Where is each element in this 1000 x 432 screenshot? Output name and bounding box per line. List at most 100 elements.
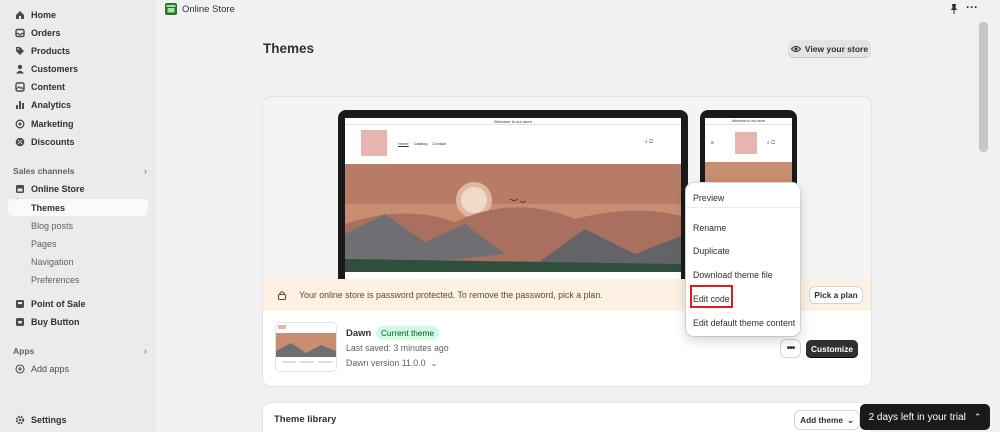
- online-store-icon: [165, 3, 177, 15]
- discount-icon: [15, 137, 25, 147]
- sidebar-item-point-of-sale[interactable]: Point of Sale: [8, 295, 148, 312]
- sidebar-item-label: Online Store: [31, 183, 85, 194]
- menu-item-edit-default-theme-content[interactable]: Edit default theme content: [693, 318, 795, 328]
- pin-icon[interactable]: [948, 3, 960, 15]
- last-saved-text: Last saved: 3 minutes ago: [346, 343, 449, 353]
- sidebar-subitem-label: Themes: [31, 202, 66, 213]
- preview-nav-contact: Contact: [432, 141, 447, 146]
- edit-code-highlight-box: [690, 285, 733, 308]
- sidebar-item-orders[interactable]: Orders: [8, 24, 148, 41]
- eye-icon: [790, 46, 801, 52]
- announcement-bar: Welcome to our store: [345, 118, 681, 125]
- person-icon: [15, 64, 25, 74]
- menu-item-preview[interactable]: Preview: [693, 193, 724, 203]
- sidebar-item-label: Home: [31, 9, 57, 20]
- bar-chart-icon: [15, 100, 25, 110]
- sidebar-item-content[interactable]: Content: [8, 78, 148, 95]
- chevron-down-icon: ⌄: [430, 358, 438, 368]
- apps-label: Apps: [13, 346, 35, 356]
- chevron-right-icon: ›: [144, 346, 147, 356]
- sidebar-subitem-label: Preferences: [31, 274, 80, 285]
- sidebar-subitem-pages[interactable]: Pages: [8, 235, 148, 252]
- sidebar-subitem-label: Blog posts: [31, 220, 74, 231]
- buy-button-icon: [15, 317, 25, 327]
- customize-button[interactable]: Customize: [806, 340, 858, 358]
- sidebar-subitem-blog-posts[interactable]: Blog posts: [8, 217, 148, 234]
- theme-library-card: Theme library Add theme ⌄: [263, 403, 871, 432]
- pos-icon: [15, 299, 25, 309]
- sidebar-item-analytics[interactable]: Analytics: [8, 96, 148, 113]
- mobile-announcement-bar: Welcome to our store: [705, 118, 792, 125]
- preview-search-cart-icons: ⌕ ▢: [645, 139, 653, 145]
- top-bar-title: Online Store: [182, 4, 235, 15]
- more-options-icon[interactable]: ···: [966, 1, 980, 16]
- theme-thumbnail-image: [276, 323, 336, 371]
- sidebar-item-online-store[interactable]: Online Store: [8, 180, 148, 197]
- sidebar-subitem-navigation[interactable]: Navigation: [8, 253, 148, 270]
- gear-icon: [15, 415, 25, 425]
- preview-nav: Home Catalog Contact: [398, 141, 446, 146]
- sidebar-item-settings[interactable]: Settings: [8, 411, 148, 428]
- trial-banner-button[interactable]: 2 days left in your trial ⌃: [860, 404, 990, 430]
- sidebar-subitem-themes[interactable]: Themes: [8, 199, 148, 216]
- sidebar-subitem-preferences[interactable]: Preferences: [8, 271, 148, 288]
- menu-item-download-theme-file[interactable]: Download theme file: [693, 270, 773, 280]
- pick-plan-button[interactable]: Pick a plan: [810, 287, 862, 303]
- preview-nav-home: Home: [398, 141, 409, 146]
- theme-library-title: Theme library: [274, 414, 337, 425]
- mobile-preview-logo: [735, 132, 757, 154]
- sidebar-item-label: Orders: [31, 27, 61, 38]
- menu-divider: [686, 207, 800, 208]
- mobile-search-cart-icons: ⌕ ▢: [767, 140, 775, 146]
- view-store-button[interactable]: View your store: [788, 40, 871, 58]
- theme-actions-menu: Preview Rename Duplicate Download theme …: [686, 183, 800, 336]
- theme-actions-button[interactable]: •••: [781, 340, 800, 357]
- scrollbar[interactable]: [979, 22, 988, 152]
- add-apps-button[interactable]: Add apps: [8, 360, 148, 377]
- page-title: Themes: [263, 41, 315, 56]
- view-store-label: View your store: [804, 44, 869, 54]
- sales-channels-header[interactable]: Sales channels ›: [13, 166, 147, 176]
- mobile-menu-icon: ≡: [711, 140, 714, 146]
- sidebar-item-discounts[interactable]: Discounts: [8, 133, 148, 150]
- current-theme-badge: Current theme: [376, 326, 440, 340]
- theme-version-dropdown[interactable]: Dawn version 11.0.0 ⌄: [346, 358, 437, 368]
- sidebar-item-label: Point of Sale: [31, 298, 86, 309]
- plus-circle-icon: [15, 363, 25, 374]
- menu-item-rename[interactable]: Rename: [693, 223, 726, 233]
- sidebar-subitem-label: Navigation: [31, 256, 74, 267]
- menu-item-duplicate[interactable]: Duplicate: [693, 246, 730, 256]
- chevron-up-icon: ⌃: [973, 411, 982, 422]
- theme-name: Dawn: [346, 328, 372, 339]
- chevron-down-icon: ⌄: [846, 415, 854, 425]
- sidebar-item-products[interactable]: Products: [8, 42, 148, 59]
- sales-channels-label: Sales channels: [13, 166, 75, 176]
- preview-logo: [361, 130, 387, 156]
- desktop-preview: Welcome to our store Home Catalog Contac…: [338, 110, 688, 280]
- theme-version-label: Dawn version 11.0.0: [346, 358, 426, 368]
- sidebar-item-label: Customers: [31, 63, 79, 74]
- sidebar-item-label: Settings: [31, 414, 67, 425]
- sidebar-item-label: Content: [31, 81, 65, 92]
- sidebar-item-buy-button[interactable]: Buy Button: [8, 313, 148, 330]
- apps-header[interactable]: Apps ›: [13, 346, 147, 356]
- sidebar-item-marketing[interactable]: Marketing: [8, 115, 148, 132]
- content-icon: [15, 81, 25, 92]
- chevron-right-icon: ›: [144, 166, 147, 176]
- orders-icon: [15, 28, 25, 38]
- sidebar-item-home[interactable]: Home: [8, 6, 148, 23]
- sidebar-subitem-label: Pages: [31, 238, 57, 249]
- sidebar-item-label: Marketing: [31, 118, 74, 129]
- sidebar-item-label: Analytics: [31, 99, 72, 110]
- sidebar-item-label: Discounts: [31, 136, 75, 147]
- trial-label: 2 days left in your trial: [868, 411, 966, 423]
- add-theme-button[interactable]: Add theme ⌄: [795, 411, 859, 429]
- sidebar-item-customers[interactable]: Customers: [8, 60, 148, 77]
- sidebar-item-label: Buy Button: [31, 316, 80, 327]
- top-bar: Online Store ···: [156, 0, 1000, 20]
- preview-hero-image: [345, 164, 681, 272]
- sidebar: Home Orders Products Customers Content A…: [0, 0, 156, 432]
- add-theme-label: Add theme: [800, 415, 843, 425]
- target-icon: [15, 119, 25, 129]
- home-icon: [15, 10, 25, 20]
